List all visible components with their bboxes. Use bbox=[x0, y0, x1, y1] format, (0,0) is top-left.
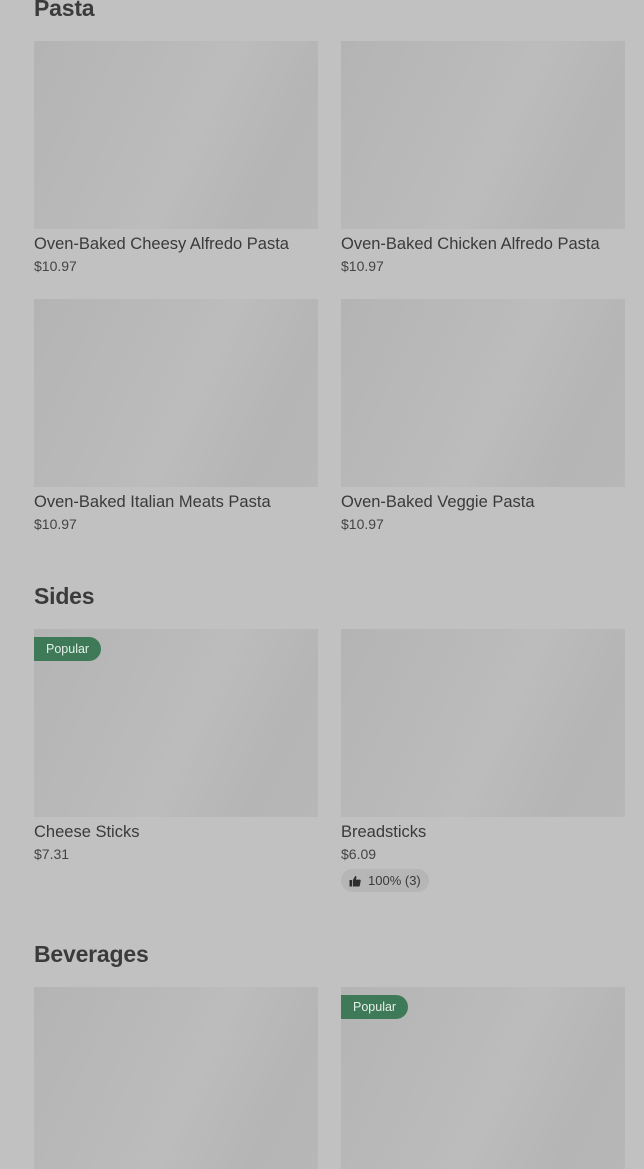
menu-item-card[interactable]: Oven-Baked Cheesy Alfredo Pasta $10.97 bbox=[34, 41, 318, 277]
section-title-beverages: Beverages bbox=[34, 941, 149, 967]
item-name: Oven-Baked Veggie Pasta bbox=[341, 493, 535, 511]
item-price: $10.97 bbox=[34, 258, 77, 274]
item-image[interactable] bbox=[341, 41, 625, 229]
menu-item-card[interactable]: Popular Cheese Sticks $7.31 bbox=[34, 629, 318, 865]
item-name: Oven-Baked Chicken Alfredo Pasta bbox=[341, 235, 600, 253]
item-image[interactable]: Popular bbox=[341, 987, 625, 1169]
menu-item-card[interactable]: Oven-Baked Chicken Alfredo Pasta $10.97 bbox=[341, 41, 625, 277]
item-price: $7.31 bbox=[34, 846, 70, 862]
rating-badge: 100% (3) bbox=[341, 869, 429, 892]
menu-page: Pasta Oven-Baked Cheesy Alfredo Pasta $1… bbox=[0, 0, 644, 1169]
item-name: Oven-Baked Italian Meats Pasta bbox=[34, 493, 271, 511]
item-name: Oven-Baked Cheesy Alfredo Pasta bbox=[34, 235, 289, 253]
item-name: Cheese Sticks bbox=[34, 823, 140, 841]
item-price: $10.97 bbox=[34, 516, 77, 532]
item-image[interactable] bbox=[34, 41, 318, 229]
section-title-pasta: Pasta bbox=[34, 0, 95, 21]
section-title-sides: Sides bbox=[34, 583, 95, 609]
menu-item-card[interactable] bbox=[34, 987, 318, 1169]
popular-badge: Popular bbox=[341, 995, 409, 1019]
item-image[interactable] bbox=[341, 299, 625, 487]
item-price: $10.97 bbox=[341, 516, 384, 532]
item-name: Breadsticks bbox=[341, 823, 427, 841]
menu-item-card[interactable]: Popular bbox=[341, 987, 625, 1169]
rating-text: 100% (3) bbox=[368, 873, 421, 888]
item-image[interactable] bbox=[341, 629, 625, 817]
menu-item-card[interactable]: Oven-Baked Veggie Pasta $10.97 bbox=[341, 299, 625, 535]
menu-item-card[interactable]: Breadsticks $6.09 100% (3) bbox=[341, 629, 625, 892]
menu-item-card[interactable]: Oven-Baked Italian Meats Pasta $10.97 bbox=[34, 299, 318, 535]
item-image[interactable] bbox=[34, 299, 318, 487]
item-image[interactable]: Popular bbox=[34, 629, 318, 817]
popular-badge: Popular bbox=[34, 637, 102, 661]
item-image[interactable] bbox=[34, 987, 318, 1169]
item-price: $6.09 bbox=[341, 846, 377, 862]
thumbs-up-icon bbox=[349, 875, 361, 886]
item-price: $10.97 bbox=[341, 258, 384, 274]
